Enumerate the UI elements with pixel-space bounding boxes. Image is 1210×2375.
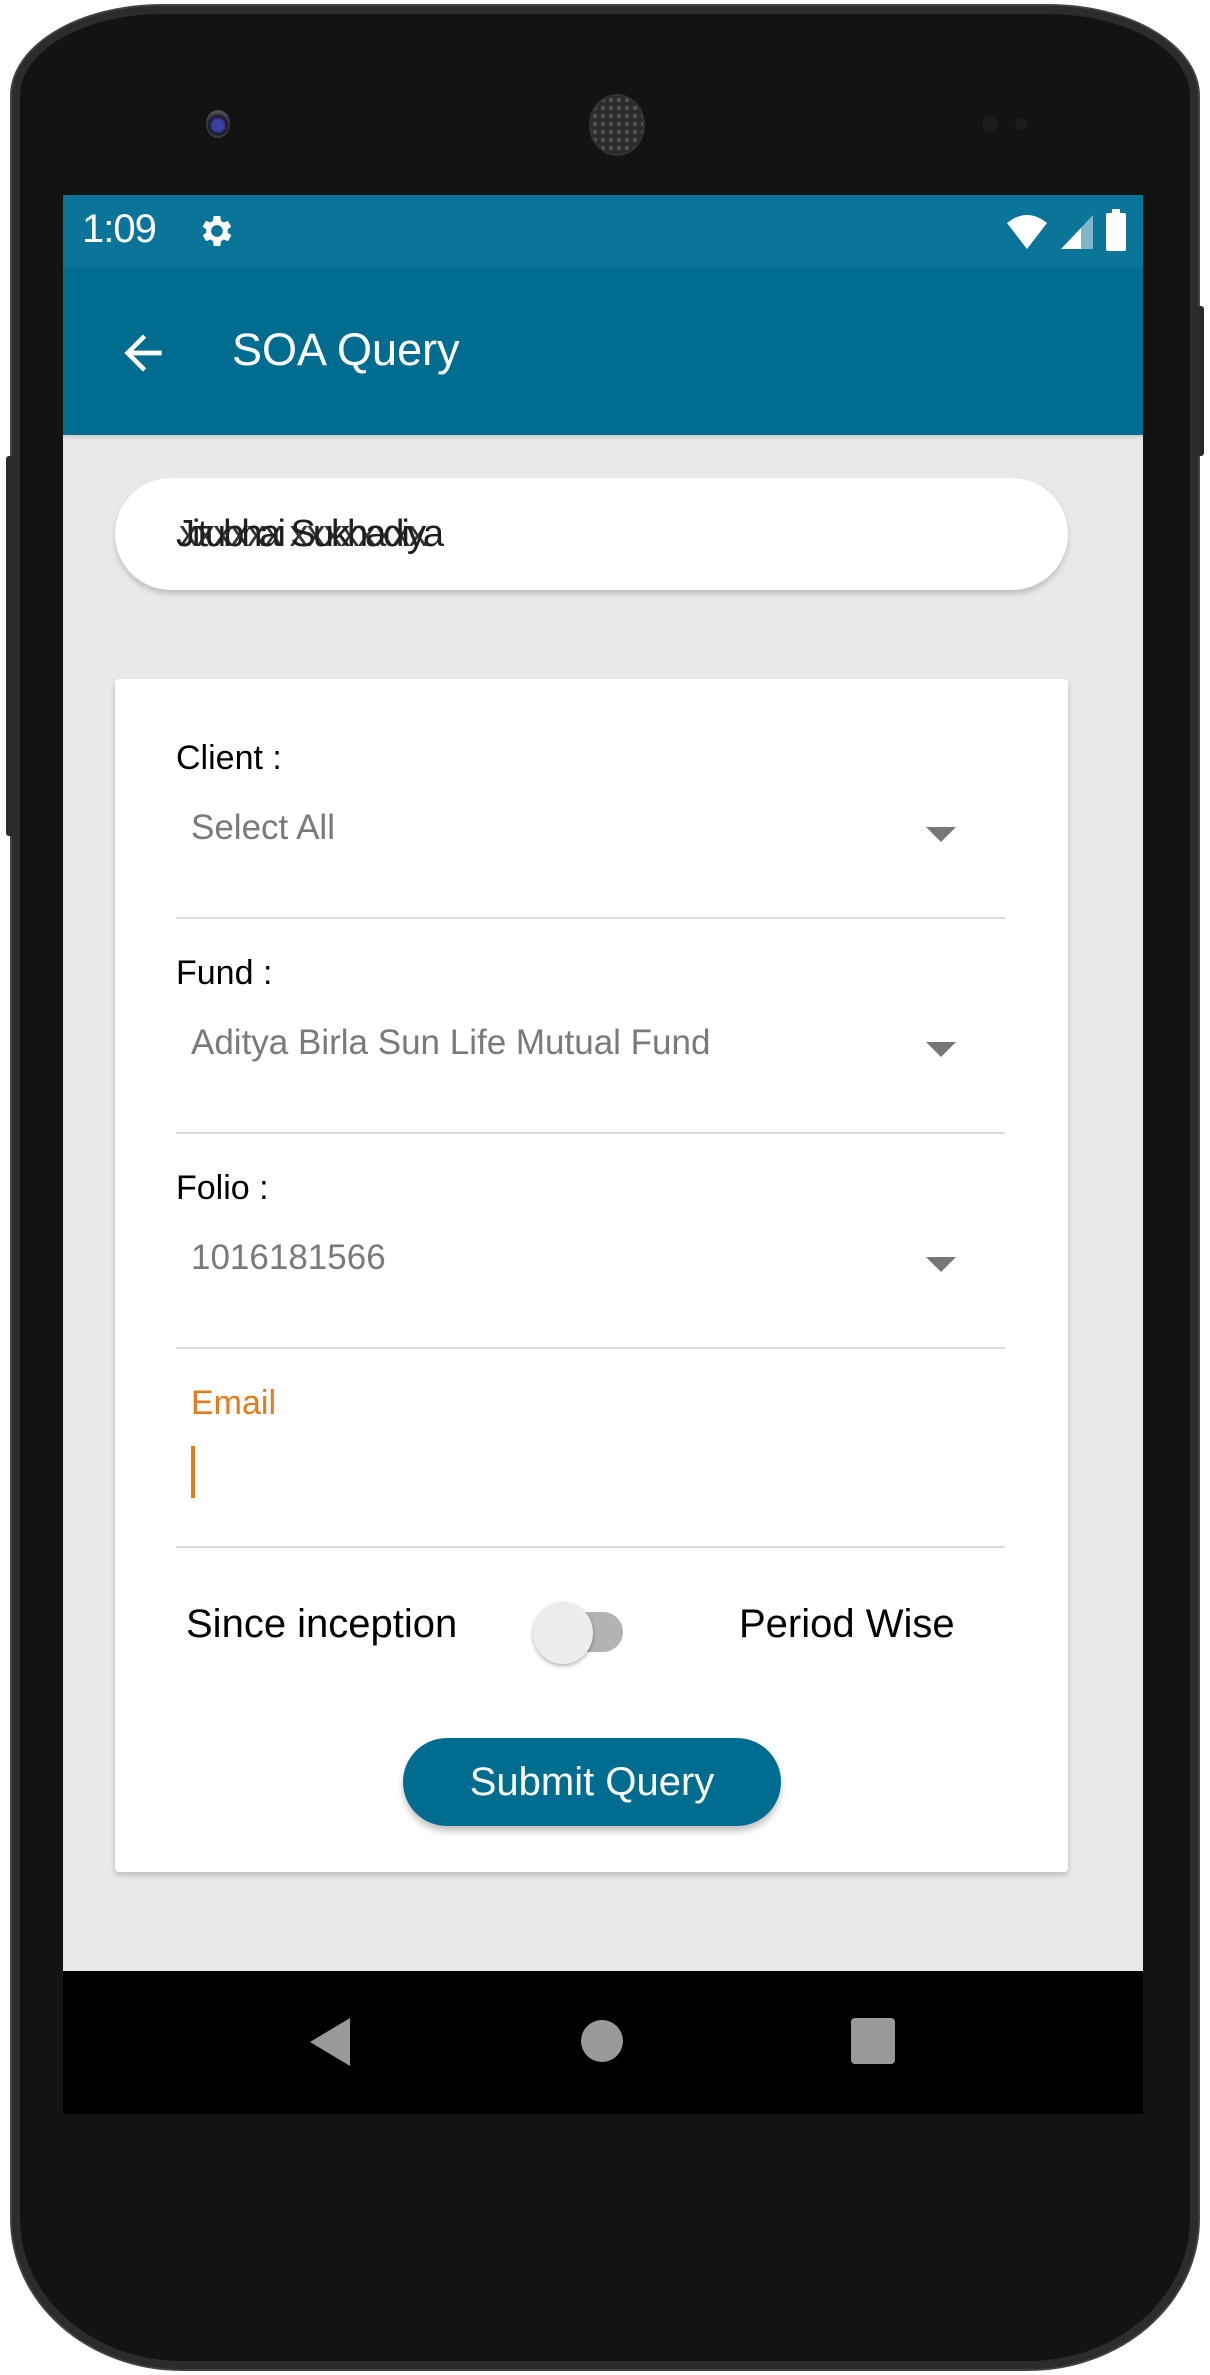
fund-label: Fund : xyxy=(176,954,273,992)
chevron-down-icon xyxy=(926,827,956,842)
text-caret xyxy=(191,1446,195,1498)
cellular-signal-icon xyxy=(1061,215,1093,249)
folio-select-value: 1016181566 xyxy=(191,1238,386,1277)
period-toggle-switch[interactable] xyxy=(533,1602,633,1664)
email-underline xyxy=(176,1546,1005,1548)
fund-select-value: Aditya Birla Sun Life Mutual Fund xyxy=(191,1023,711,1062)
settings-gear-icon xyxy=(202,216,232,246)
wifi-icon xyxy=(1007,215,1047,249)
back-arrow-icon[interactable] xyxy=(115,325,171,381)
app-bar: SOA Query xyxy=(63,268,1143,435)
email-label: Email xyxy=(191,1384,277,1422)
divider xyxy=(176,917,1005,919)
screen: 1:09 SOA Query Jitubhai Sukhadiya xxxxxx… xyxy=(63,195,1143,2114)
client-select-value: Select All xyxy=(191,808,335,847)
period-wise-label: Period Wise xyxy=(739,1602,955,1646)
toggle-thumb xyxy=(533,1602,593,1664)
status-time: 1:09 xyxy=(82,207,157,251)
page-title: SOA Query xyxy=(232,324,460,375)
front-camera xyxy=(206,110,230,138)
email-input[interactable] xyxy=(191,1429,995,1501)
client-label: Client : xyxy=(176,739,282,777)
nav-recents-icon[interactable] xyxy=(851,2018,895,2064)
chevron-down-icon xyxy=(926,1257,956,1272)
divider xyxy=(176,1347,1005,1349)
divider xyxy=(176,1132,1005,1134)
query-form-card: Client : Select All Fund : Aditya Birla … xyxy=(115,679,1068,1872)
nav-back-icon[interactable] xyxy=(310,2018,350,2066)
submit-query-button[interactable]: Submit Query xyxy=(403,1738,781,1826)
folio-select[interactable]: 1016181566 xyxy=(176,1209,1005,1319)
chevron-down-icon xyxy=(926,1042,956,1057)
since-inception-label: Since inception xyxy=(186,1602,458,1646)
status-bar: 1:09 xyxy=(63,195,1143,268)
fund-select[interactable]: Aditya Birla Sun Life Mutual Fund xyxy=(176,994,1005,1104)
user-name-overlay: xxxxxx xxxxxxxx xyxy=(179,513,428,555)
proximity-sensor xyxy=(982,116,998,132)
power-button xyxy=(1196,306,1204,456)
nav-home-icon[interactable] xyxy=(581,2020,623,2062)
earpiece-speaker xyxy=(591,96,643,154)
volume-button xyxy=(6,456,14,836)
battery-icon xyxy=(1106,209,1126,251)
client-select[interactable]: Select All xyxy=(176,779,1005,889)
light-sensor xyxy=(1015,118,1027,130)
system-nav-bar xyxy=(63,1971,1143,2114)
folio-label: Folio : xyxy=(176,1169,269,1207)
user-name-banner: Jitubhai Sukhadiya xxxxxx xxxxxxxx xyxy=(115,478,1068,590)
